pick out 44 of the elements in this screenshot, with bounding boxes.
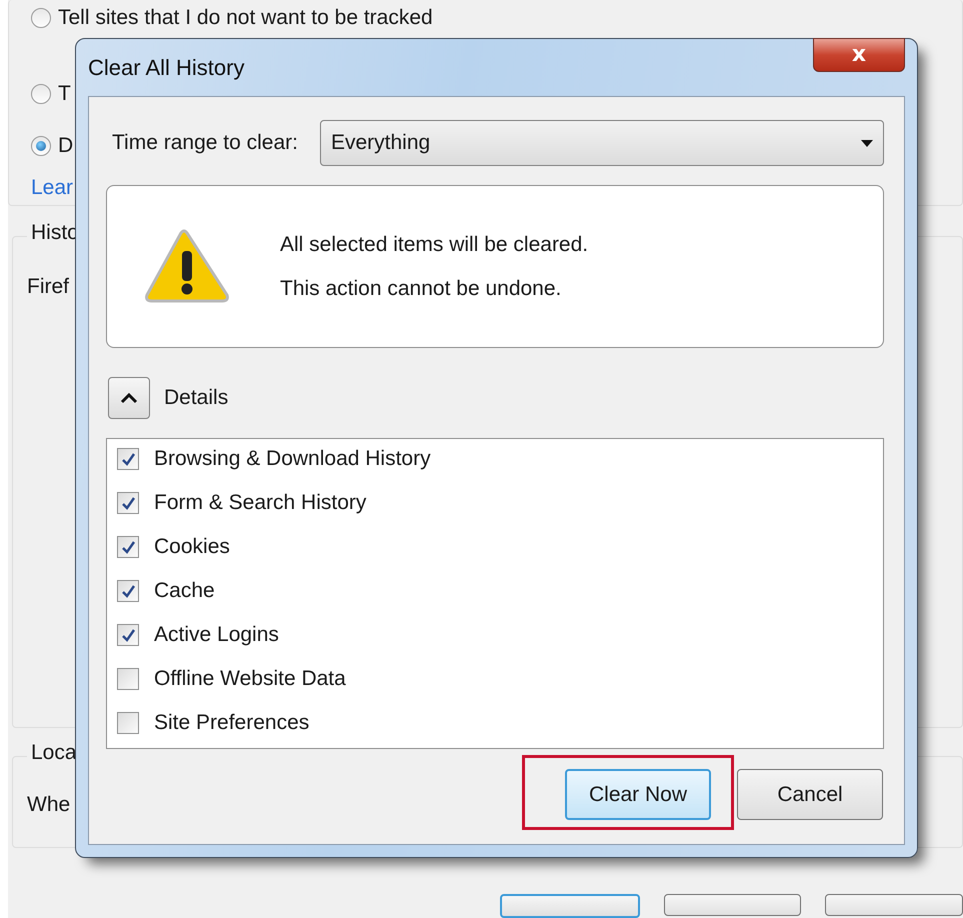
time-range-dropdown[interactable]: Everything: [320, 120, 884, 166]
window-title: Clear All History: [88, 55, 244, 81]
checkmark-icon: [120, 538, 136, 556]
footer-button[interactable]: [500, 894, 640, 918]
checkbox-label: Cache: [154, 579, 215, 603]
checkbox-label: Active Logins: [154, 623, 279, 647]
details-label: Details: [164, 386, 228, 410]
checkmark-icon: [120, 450, 136, 468]
checkbox[interactable]: [117, 668, 139, 690]
radio-button[interactable]: [31, 8, 51, 28]
checkbox[interactable]: [117, 492, 139, 514]
radio-label: D: [58, 134, 74, 158]
radio-button[interactable]: [31, 84, 51, 104]
details-toggle-button[interactable]: [108, 377, 150, 419]
dropdown-arrow-icon: [861, 140, 873, 146]
checkbox-label: Cookies: [154, 535, 230, 559]
checkbox-label: Site Preferences: [154, 711, 310, 735]
group-text: Whe: [27, 793, 70, 818]
radio-button[interactable]: [31, 136, 51, 156]
checkbox[interactable]: [117, 580, 139, 602]
group-text: Firef: [27, 275, 69, 300]
chevron-up-icon: [120, 390, 138, 406]
checkbox[interactable]: [117, 712, 139, 734]
checkmark-icon: [120, 626, 136, 644]
checkbox-label: Form & Search History: [154, 491, 366, 515]
cancel-button[interactable]: Cancel: [737, 769, 883, 820]
footer-button[interactable]: [825, 894, 963, 916]
checkmark-icon: [120, 494, 136, 512]
footer-button[interactable]: [664, 894, 802, 916]
warning-text: This action cannot be undone.: [280, 276, 562, 300]
checkbox-label: Offline Website Data: [154, 667, 346, 691]
checkbox-label: Browsing & Download History: [154, 447, 431, 471]
checkmark-icon: [120, 582, 136, 600]
close-button[interactable]: x: [813, 38, 905, 72]
warning-icon: [144, 228, 230, 304]
radio-label: Tell sites that I do not want to be tracked: [58, 6, 433, 30]
checkbox[interactable]: [117, 448, 139, 470]
radio-label: T: [58, 82, 71, 106]
checkbox[interactable]: [117, 536, 139, 558]
field-label: Time range to clear:: [111, 131, 298, 155]
clear-now-button[interactable]: Clear Now: [565, 769, 711, 820]
checkbox[interactable]: [117, 624, 139, 646]
warning-text: All selected items will be cleared.: [280, 232, 588, 256]
link[interactable]: Lear: [31, 176, 74, 200]
